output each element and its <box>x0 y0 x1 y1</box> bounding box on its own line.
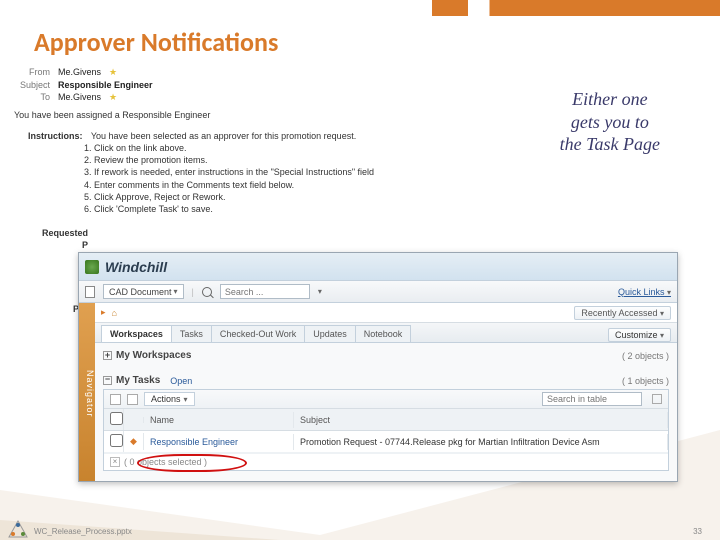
column-name[interactable]: Name <box>144 412 294 428</box>
footer-filename: WC_Release_Process.pptx <box>34 527 132 536</box>
expand-icon[interactable]: + <box>103 351 112 360</box>
windchill-toolbar: CAD Document ▾ | ▾ Quick Links ▾ <box>79 281 677 303</box>
instruction-item: 6. Click 'Complete Task' to save. <box>84 203 720 215</box>
selected-count: ( 0 objects selected ) <box>124 457 207 467</box>
h-label: H <box>10 292 88 302</box>
task-icon: ◆ <box>124 433 144 450</box>
chevron-down-icon[interactable]: ▾ <box>318 287 322 296</box>
subject-label: Subject <box>14 80 50 90</box>
tool-icon[interactable] <box>652 394 662 404</box>
chevron-down-icon: ▾ <box>184 395 188 404</box>
instructions-label: Instructions: <box>28 130 83 142</box>
section-title: My Tasks <box>116 375 160 386</box>
app-icon <box>85 260 99 274</box>
star-icon: ★ <box>109 92 117 103</box>
table-row[interactable]: ◆ Responsible Engineer Promotion Request… <box>104 431 668 453</box>
subject-value: Responsible Engineer <box>58 80 153 90</box>
windchill-window: Windchill CAD Document ▾ | ▾ Quick Links… <box>78 252 678 482</box>
doc-icon <box>85 286 95 298</box>
task-subject: Promotion Request - 07744.Release pkg fo… <box>294 434 668 450</box>
star-icon: ★ <box>109 67 117 78</box>
from-value: Me.Givens <box>58 67 101 78</box>
chevron-down-icon: ▾ <box>660 309 664 318</box>
tab-bar: Workspaces Tasks Checked-Out Work Update… <box>95 323 677 343</box>
tasks-table: Actions ▾ Name Subject ◆ <box>103 389 669 471</box>
app-name: Windchill <box>105 259 167 275</box>
table-header: Name Subject <box>104 409 668 431</box>
my-workspaces-section: + My Workspaces ( 2 objects ) <box>95 343 677 368</box>
toolbar-icon[interactable] <box>110 394 121 405</box>
global-search-input[interactable] <box>220 284 310 299</box>
windchill-titlebar: Windchill <box>79 253 677 281</box>
pro-label: Pro <box>10 304 88 314</box>
customize-dropdown[interactable]: Customize ▾ <box>608 328 671 342</box>
footer-page: 33 <box>693 527 702 536</box>
navigator-sidebar[interactable]: Navigator <box>79 303 95 481</box>
requested-label: Requested <box>10 228 88 238</box>
tab-updates[interactable]: Updates <box>304 325 356 342</box>
home-icon[interactable]: ⌂ <box>112 308 117 318</box>
column-subject[interactable]: Subject <box>294 412 668 428</box>
object-count: ( 2 objects ) <box>622 351 669 361</box>
toolbar-icon[interactable] <box>127 394 138 405</box>
tab-workspaces[interactable]: Workspaces <box>101 325 172 342</box>
breadcrumb-bar: ▸ ⌂ Recently Accessed ▾ <box>95 303 677 323</box>
instruction-item: 3. If rework is needed, enter instructio… <box>84 166 720 178</box>
instructions-intro: You have been selected as an approver fo… <box>91 131 356 141</box>
tab-checkedout[interactable]: Checked-Out Work <box>211 325 305 342</box>
quick-links[interactable]: Quick Links ▾ <box>618 287 671 297</box>
instruction-item: 5. Click Approve, Reject or Rework. <box>84 191 720 203</box>
instruction-item: 4. Enter comments in the Comments text f… <box>84 179 720 191</box>
instruction-item: 2. Review the promotion items. <box>84 154 720 166</box>
close-icon[interactable]: × <box>110 457 120 467</box>
table-footer: × ( 0 objects selected ) <box>104 453 668 470</box>
section-title: My Workspaces <box>116 350 191 361</box>
p-label: P <box>10 240 88 250</box>
footer-logo <box>8 520 28 538</box>
expand-icon[interactable]: ▸ <box>101 307 106 318</box>
chevron-down-icon: ▾ <box>174 287 178 296</box>
actions-dropdown[interactable]: Actions ▾ <box>144 392 195 406</box>
object-count: ( 1 objects ) <box>622 376 669 386</box>
open-link[interactable]: Open <box>170 376 192 386</box>
slide-top-accent <box>0 0 720 16</box>
recently-accessed-dropdown[interactable]: Recently Accessed ▾ <box>574 306 671 320</box>
to-value: Me.Givens <box>58 92 101 103</box>
doc-type-dropdown[interactable]: CAD Document ▾ <box>103 284 184 299</box>
search-icon <box>202 287 212 297</box>
from-label: From <box>14 67 50 78</box>
task-name-link[interactable]: Responsible Engineer <box>150 437 238 447</box>
my-tasks-section: − My Tasks Open ( 1 objects ) Actions ▾ <box>95 368 677 475</box>
row-checkbox[interactable] <box>110 434 123 447</box>
chevron-down-icon: ▾ <box>667 288 671 297</box>
table-search-input[interactable] <box>542 392 642 406</box>
to-label: To <box>14 92 50 103</box>
tab-notebook[interactable]: Notebook <box>355 325 412 342</box>
select-all-checkbox[interactable] <box>110 412 123 425</box>
annotation-callout: Either one gets you to the Task Page <box>560 88 660 156</box>
table-toolbar: Actions ▾ <box>104 390 668 409</box>
tab-tasks[interactable]: Tasks <box>171 325 212 342</box>
slide-title: Approver Notifications <box>0 16 720 66</box>
icon-column <box>124 417 144 423</box>
chevron-down-icon: ▾ <box>660 331 664 340</box>
collapse-icon[interactable]: − <box>103 376 112 385</box>
